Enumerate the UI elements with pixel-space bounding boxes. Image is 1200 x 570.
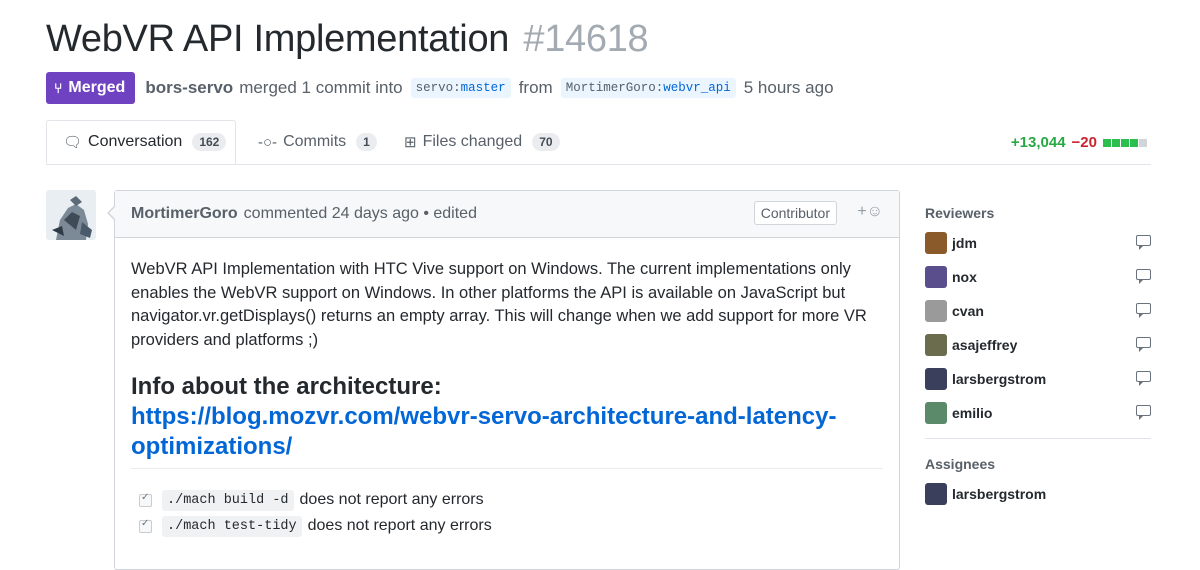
person-name: emilio: [952, 405, 993, 421]
person-name: cvan: [952, 303, 984, 319]
person-name: larsbergstrom: [952, 486, 1047, 502]
architecture-heading: Info about the architecture:: [131, 373, 442, 400]
comment-icon[interactable]: [1136, 303, 1151, 318]
sidebar-person[interactable]: cvan: [925, 294, 1151, 328]
base-branch[interactable]: servo:master: [410, 78, 511, 98]
person-name: asajeffrey: [952, 337, 1018, 353]
diffstat-block-neutral: [1139, 138, 1147, 147]
deletions-count: −20: [1071, 134, 1097, 151]
avatar: [925, 483, 947, 505]
avatar: [925, 402, 947, 424]
comment-body: WebVR API Implementation with HTC Vive s…: [115, 238, 899, 539]
avatar: [925, 334, 947, 356]
status-label: Merged: [68, 79, 126, 96]
reviewers-list: jdm nox cvan asajeffrey larsbergstrom emilio: [925, 226, 1151, 430]
diffstat-blocks: [1103, 138, 1148, 147]
diffstat: +13,044 −20: [1011, 134, 1148, 151]
comment-icon[interactable]: [1136, 337, 1151, 352]
architecture-link[interactable]: https://blog.mozvr.com/webvr-servo-archi…: [131, 402, 883, 469]
description-paragraph: WebVR API Implementation with HTC Vive s…: [131, 260, 867, 349]
comment-icon[interactable]: [1136, 405, 1151, 420]
tab-counter: 70: [532, 133, 560, 151]
avatar: [925, 232, 947, 254]
tab-files-changed[interactable]: ⊞ Files changed 70: [404, 120, 560, 164]
git-merge-icon: ⑂: [54, 80, 63, 96]
head-branch[interactable]: MortimerGoro:webvr_api: [560, 78, 736, 98]
person-name: larsbergstrom: [952, 371, 1047, 387]
pr-tabs: 🗨 Conversation 162 -○- Commits 1 ⊞ Files…: [46, 120, 1151, 165]
sidebar: Reviewers jdm nox cvan asajeffrey larsbergst…: [925, 200, 1151, 511]
diffstat-block-add: [1112, 138, 1120, 147]
comment-icon[interactable]: [1136, 269, 1151, 284]
sidebar-person[interactable]: larsbergstrom: [925, 477, 1151, 511]
pr-title: WebVR API Implementation: [46, 18, 510, 60]
diffstat-block-add: [1103, 138, 1111, 147]
avatar: [925, 266, 947, 288]
pr-description-comment: MortimerGoro commented 24 days ago • edi…: [107, 190, 900, 570]
contributor-badge: Contributor: [753, 201, 837, 225]
task-text: does not report any errors: [299, 491, 484, 508]
diffstat-block-add: [1121, 138, 1129, 147]
task-list-item: ./mach build -d does not report any erro…: [139, 487, 883, 513]
sidebar-person[interactable]: larsbergstrom: [925, 362, 1151, 396]
comment-icon[interactable]: [1136, 235, 1151, 250]
pr-meta: ⑂ Merged bors-servo merged 1 commit into…: [46, 72, 834, 104]
sidebar-divider: [925, 438, 1151, 439]
diffstat-block-add: [1130, 138, 1138, 147]
pr-number: #14618: [523, 18, 649, 60]
tab-commits[interactable]: -○- Commits 1: [258, 120, 377, 164]
sidebar-person[interactable]: jdm: [925, 226, 1151, 260]
sidebar-person[interactable]: nox: [925, 260, 1151, 294]
tab-conversation[interactable]: 🗨 Conversation 162: [46, 120, 236, 164]
task-checkbox[interactable]: [139, 492, 152, 507]
person-name: nox: [952, 269, 977, 285]
tab-counter: 162: [192, 133, 227, 151]
avatar: [925, 368, 947, 390]
merged-badge: ⑂ Merged: [46, 72, 136, 104]
task-checkbox[interactable]: [139, 518, 152, 533]
git-commit-icon: -○-: [258, 133, 278, 151]
reviewers-heading: Reviewers: [925, 205, 995, 221]
merged-by-link[interactable]: bors-servo: [145, 78, 233, 98]
from-text: from: [518, 78, 553, 97]
add-reaction-button[interactable]: +☺: [857, 203, 883, 221]
comment-discussion-icon: 🗨: [63, 134, 83, 151]
tab-counter: 1: [356, 133, 377, 151]
comment-header: MortimerGoro commented 24 days ago • edi…: [115, 191, 899, 238]
diff-icon: ⊞: [404, 134, 417, 151]
assignees-heading: Assignees: [925, 456, 996, 472]
merge-text: merged 1 commit into: [239, 78, 403, 97]
person-name: jdm: [952, 235, 977, 251]
sidebar-person[interactable]: emilio: [925, 396, 1151, 430]
task-code: ./mach build -d: [162, 489, 294, 511]
avatar[interactable]: [46, 190, 96, 240]
smiley-icon: +☺: [857, 203, 883, 220]
assignees-list: larsbergstrom: [925, 477, 1151, 511]
avatar: [925, 300, 947, 322]
comment-meta: commented 24 days ago • edited: [243, 205, 477, 222]
comment-author[interactable]: MortimerGoro: [131, 205, 238, 223]
additions-count: +13,044: [1010, 134, 1066, 151]
task-text: does not report any errors: [307, 517, 492, 534]
page-title: WebVR API Implementation #14618: [46, 18, 649, 61]
sidebar-person[interactable]: asajeffrey: [925, 328, 1151, 362]
task-list-item: ./mach test-tidy does not report any err…: [139, 513, 883, 539]
comment-icon[interactable]: [1136, 371, 1151, 386]
merge-time: 5 hours ago: [743, 78, 834, 97]
task-code: ./mach test-tidy: [162, 515, 302, 537]
